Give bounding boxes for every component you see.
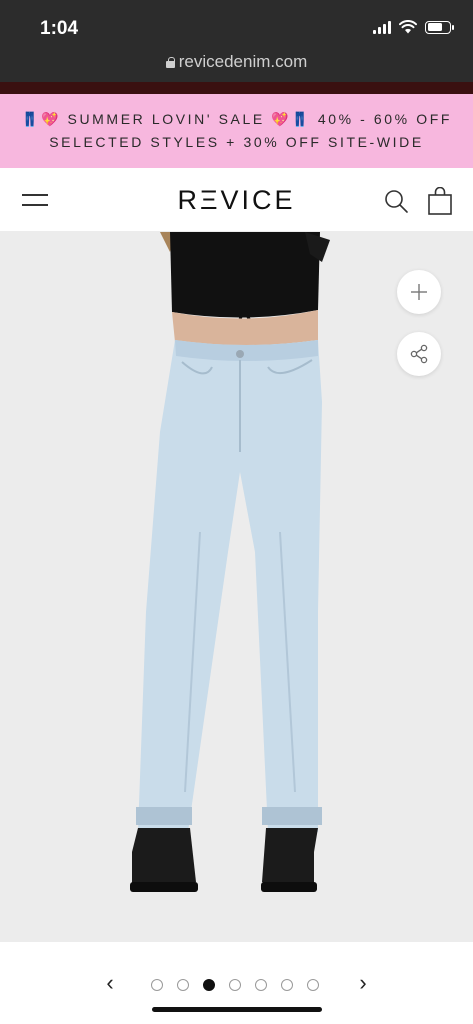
announcement-bar[interactable]: 👖💖 SUMMER LOVIN' SALE 💖👖 40% - 60% OFF S… <box>0 94 473 168</box>
gallery-dot[interactable] <box>281 979 293 991</box>
gallery-dot[interactable] <box>255 979 267 991</box>
lock-icon <box>165 57 175 68</box>
cellular-signal-icon <box>373 20 391 34</box>
product-image[interactable] <box>0 232 473 942</box>
gallery-dot[interactable] <box>307 979 319 991</box>
wifi-icon <box>399 20 417 34</box>
home-indicator <box>152 1007 322 1012</box>
gallery-dot[interactable] <box>151 979 163 991</box>
search-icon[interactable] <box>383 188 409 214</box>
share-button[interactable] <box>397 332 441 376</box>
gallery-dot-active[interactable] <box>203 979 215 991</box>
gallery-dot[interactable] <box>177 979 189 991</box>
share-icon <box>410 344 428 364</box>
shopping-bag-icon[interactable] <box>427 187 453 215</box>
browser-url-bar[interactable]: revicedenim.com <box>0 52 473 82</box>
status-icons <box>373 20 454 34</box>
gallery-dots <box>151 979 319 991</box>
status-time: 1:04 <box>40 18 79 39</box>
url-text: revicedenim.com <box>178 52 308 71</box>
zoom-button[interactable] <box>397 270 441 314</box>
battery-icon <box>425 20 454 34</box>
previous-image-button[interactable]: ‹ <box>98 970 122 996</box>
next-image-button[interactable]: › <box>351 970 375 996</box>
announcement-line-2: SELECTED STYLES + 30% OFF SITE-WIDE <box>49 134 424 150</box>
plus-icon <box>411 284 427 300</box>
top-strip <box>0 82 473 94</box>
status-bar: 1:04 <box>0 0 473 52</box>
site-header: RΞVICE <box>0 168 473 232</box>
announcement-line-1: 👖💖 SUMMER LOVIN' SALE 💖👖 40% - 60% OFF <box>20 111 453 127</box>
gallery-dot[interactable] <box>229 979 241 991</box>
